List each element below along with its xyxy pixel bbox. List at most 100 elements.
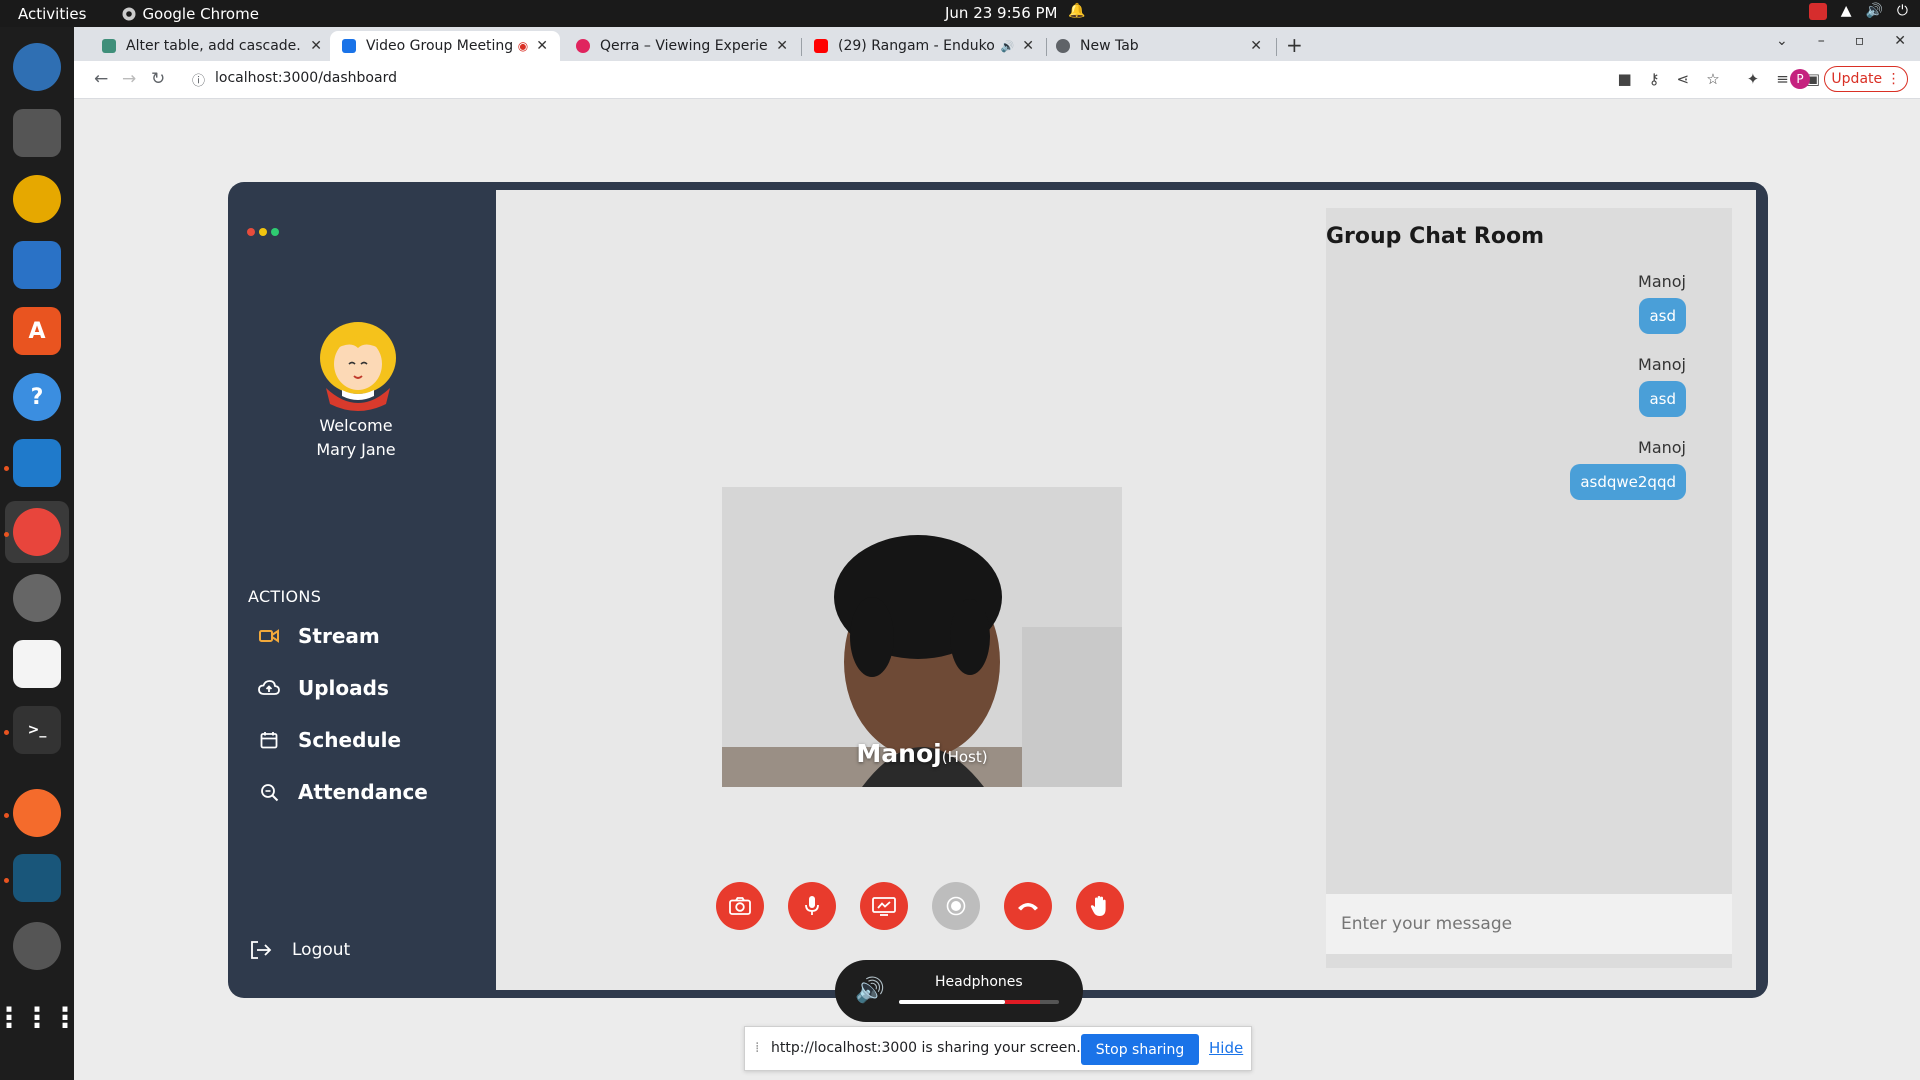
- participant-label: Manoj(Host): [722, 739, 1122, 768]
- camera-in-use-icon[interactable]: ■: [1617, 70, 1631, 88]
- close-tab-icon[interactable]: ✕: [1022, 38, 1034, 54]
- end-call-button[interactable]: [1004, 882, 1052, 930]
- speaker-icon: 🔊: [855, 976, 885, 1004]
- browser-tab[interactable]: New Tab ✕: [1044, 31, 1274, 61]
- nav-item-uploads[interactable]: Uploads: [258, 676, 389, 700]
- maximize-icon[interactable]: ▫: [1855, 33, 1865, 49]
- tab-title: Alter table, add cascade.: [126, 38, 301, 54]
- thunderbird-icon[interactable]: [13, 43, 61, 91]
- network-icon: ▲: [1840, 3, 1852, 19]
- writer-icon[interactable]: [13, 241, 61, 289]
- nav-item-schedule[interactable]: Schedule: [258, 728, 401, 752]
- clock[interactable]: Jun 23 9:56 PM: [945, 4, 1058, 22]
- volume-overamplified-fill: [1005, 1000, 1040, 1004]
- nav-item-stream[interactable]: Stream: [258, 624, 380, 648]
- running-indicator: [4, 466, 9, 471]
- tab-favicon-icon: [576, 39, 590, 53]
- vscode-icon[interactable]: [13, 439, 61, 487]
- mysql-workbench-icon[interactable]: [13, 854, 61, 902]
- rhythmbox-icon[interactable]: [13, 175, 61, 223]
- screen-share-button[interactable]: [860, 882, 908, 930]
- key-icon[interactable]: ⚷: [1649, 70, 1660, 88]
- participant-name: Manoj: [856, 739, 942, 768]
- nav-item-attendance[interactable]: Attendance: [258, 780, 428, 804]
- user-avatar: [320, 322, 396, 411]
- message-sender: Manoj: [1638, 438, 1686, 457]
- drag-handle-icon[interactable]: ⁞: [755, 1040, 759, 1056]
- logout-button[interactable]: Logout: [250, 940, 350, 960]
- record-button[interactable]: [932, 882, 980, 930]
- browser-tab[interactable]: Qerra – Viewing Experien ✕: [564, 31, 800, 61]
- stop-sharing-button[interactable]: Stop sharing: [1081, 1034, 1199, 1065]
- close-tab-icon[interactable]: ✕: [1250, 38, 1262, 54]
- browser-tab-strip: Alter table, add cascade. ✕ Video Group …: [74, 27, 1920, 61]
- close-window-icon[interactable]: ✕: [1894, 33, 1906, 49]
- browser-toolbar: ← → ↻ ⓘ localhost:3000/dashboard ■ ⚷ ⋖ ☆…: [74, 61, 1920, 99]
- reading-list-icon[interactable]: ≡: [1776, 70, 1789, 88]
- bookmark-star-icon[interactable]: ☆: [1706, 70, 1719, 88]
- raise-hand-button[interactable]: [1076, 882, 1124, 930]
- extensions-icon[interactable]: ✦: [1747, 70, 1760, 88]
- tab-search-icon[interactable]: ⌄: [1776, 33, 1788, 49]
- app-frame: Welcome Mary Jane ACTIONS Stream Uploads: [228, 182, 1768, 998]
- app-menu[interactable]: Google Chrome: [122, 5, 259, 23]
- camera-button[interactable]: [716, 882, 764, 930]
- forward-icon[interactable]: →: [122, 69, 136, 89]
- volume-icon: 🔊: [1865, 3, 1883, 19]
- chrome-dock-icon[interactable]: [13, 508, 61, 556]
- update-button[interactable]: Update ⋮: [1824, 66, 1908, 92]
- system-tray[interactable]: ▲ 🔊 ⏻: [1808, 3, 1908, 20]
- screen-share-indicator-icon[interactable]: [1808, 3, 1827, 20]
- close-tab-icon[interactable]: ✕: [536, 38, 548, 54]
- running-indicator: [4, 878, 9, 883]
- actions-heading: ACTIONS: [248, 587, 322, 606]
- browser-tab-active[interactable]: Video Group Meeting ◉ ✕: [330, 31, 560, 61]
- participant-role: (Host): [941, 748, 988, 766]
- bell-icon[interactable]: 🔔: [1068, 3, 1085, 19]
- minimize-icon[interactable]: –: [1818, 33, 1825, 49]
- text-editor-icon[interactable]: [13, 640, 61, 688]
- terminal-icon[interactable]: >_: [13, 706, 61, 754]
- back-icon[interactable]: ←: [94, 69, 108, 89]
- postman-icon[interactable]: [13, 789, 61, 837]
- address-bar[interactable]: localhost:3000/dashboard: [215, 70, 397, 86]
- disc-icon[interactable]: [13, 922, 61, 970]
- tab-favicon-icon: [1056, 39, 1070, 53]
- files-icon[interactable]: [13, 109, 61, 157]
- microphone-button[interactable]: [788, 882, 836, 930]
- profile-avatar[interactable]: P: [1790, 69, 1810, 89]
- sidebar: Welcome Mary Jane ACTIONS Stream Uploads: [228, 182, 496, 998]
- power-icon: ⏻: [1896, 3, 1908, 19]
- reload-icon[interactable]: ↻: [151, 69, 165, 89]
- software-center-icon[interactable]: A: [13, 307, 61, 355]
- meeting-area: Manoj(Host) Group Chat Room Manoj asd Ma…: [496, 190, 1756, 990]
- message-bubble: asdqwe2qqd: [1570, 464, 1686, 500]
- cloud-upload-icon: [258, 677, 280, 699]
- help-icon[interactable]: ?: [13, 373, 61, 421]
- chrome-icon: [122, 7, 136, 20]
- hide-link[interactable]: Hide: [1209, 1039, 1243, 1057]
- browser-tab[interactable]: Alter table, add cascade. ✕: [90, 31, 334, 61]
- message-bubble: asd: [1639, 381, 1686, 417]
- microphone-icon: [805, 896, 819, 915]
- record-icon: [946, 896, 966, 916]
- new-tab-icon[interactable]: +: [1286, 33, 1303, 57]
- logout-label: Logout: [292, 940, 351, 960]
- share-icon[interactable]: ⋖: [1677, 70, 1690, 88]
- video-tile[interactable]: Manoj(Host): [722, 487, 1122, 787]
- update-label: Update: [1831, 71, 1883, 87]
- window-controls: ⌄ – ▫ ✕: [1776, 33, 1906, 49]
- volume-level-bar: [899, 1000, 1059, 1004]
- settings-icon[interactable]: [13, 574, 61, 622]
- browser-tab[interactable]: (29) Rangam - Enduko 🔊 ✕: [802, 31, 1046, 61]
- audio-playing-icon[interactable]: 🔊: [1001, 40, 1015, 53]
- show-apps-icon[interactable]: ⋮⋮⋮: [0, 993, 79, 1041]
- site-info-icon[interactable]: ⓘ: [192, 70, 205, 89]
- close-tab-icon[interactable]: ✕: [310, 38, 322, 54]
- message-sender: Manoj: [1638, 272, 1686, 291]
- message-bubble: asd: [1639, 298, 1686, 334]
- logout-icon: [251, 941, 272, 959]
- chat-message-input[interactable]: [1326, 894, 1732, 954]
- close-tab-icon[interactable]: ✕: [776, 38, 788, 54]
- activities-button[interactable]: Activities: [18, 5, 86, 23]
